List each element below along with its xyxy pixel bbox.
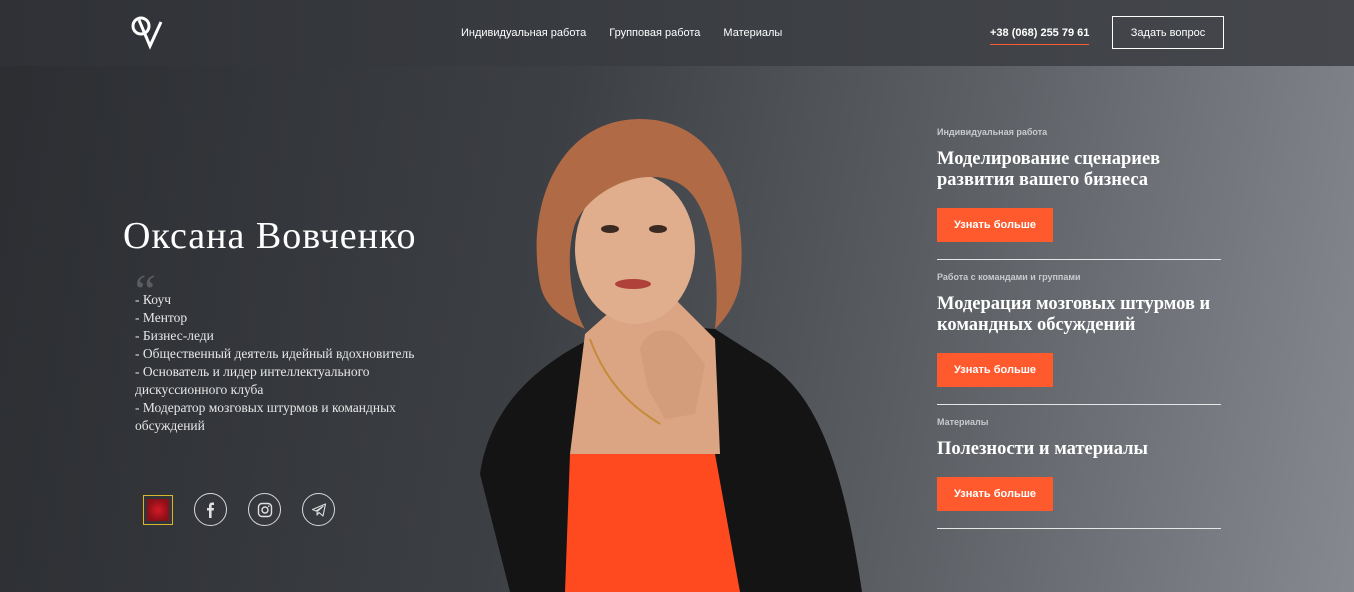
ask-question-button[interactable]: Задать вопрос xyxy=(1112,16,1224,49)
telegram-icon[interactable] xyxy=(302,493,335,526)
service-item: Работа с командами и группами Модерация … xyxy=(937,272,1221,405)
learn-more-button[interactable]: Узнать больше xyxy=(937,353,1053,387)
divider xyxy=(937,404,1221,405)
portrait-photo xyxy=(480,119,862,592)
role-item: - Ментор xyxy=(135,310,188,325)
nav-materials[interactable]: Материалы xyxy=(723,27,782,39)
divider xyxy=(937,528,1221,529)
role-item: - Модератор мозговых штурмов и командных… xyxy=(135,400,396,433)
nav-individual-work[interactable]: Индивидуальная работа xyxy=(461,27,586,39)
services-panel: Индивидуальная работа Моделирование сцен… xyxy=(937,127,1221,529)
service-title: Модерация мозговых штурмов и командных о… xyxy=(937,294,1211,335)
facebook-icon[interactable] xyxy=(194,493,227,526)
learn-more-button[interactable]: Узнать больше xyxy=(937,477,1053,511)
logo-icon xyxy=(131,16,163,50)
service-item: Материалы Полезности и материалы Узнать … xyxy=(937,417,1221,529)
role-item: - Бизнес-леди xyxy=(135,328,214,343)
nav-group-work[interactable]: Групповая работа xyxy=(609,27,700,39)
person-name: Оксана Вовченко xyxy=(123,215,417,257)
role-item: - Основатель и лидер интеллектуального д… xyxy=(135,364,370,397)
site-header: Индивидуальная работа Групповая работа М… xyxy=(0,0,1354,66)
instagram-icon[interactable] xyxy=(248,493,281,526)
service-subtitle: Работа с командами и группами xyxy=(937,272,1081,282)
club-badge-icon[interactable] xyxy=(143,494,173,525)
divider xyxy=(937,259,1221,260)
social-links xyxy=(143,493,335,526)
service-subtitle: Индивидуальная работа xyxy=(937,127,1048,137)
learn-more-button[interactable]: Узнать больше xyxy=(937,208,1053,242)
role-item: - Общественный деятель идейный вдохновит… xyxy=(135,346,415,361)
service-item: Индивидуальная работа Моделирование сцен… xyxy=(937,127,1221,260)
main-nav: Индивидуальная работа Групповая работа М… xyxy=(461,27,782,39)
ov-monogram-logo[interactable] xyxy=(130,14,164,50)
role-item: - Коуч xyxy=(135,292,171,307)
roles-list: - Коуч - Ментор - Бизнес-леди - Обществе… xyxy=(135,291,455,435)
service-subtitle: Материалы xyxy=(937,417,989,427)
service-title: Полезности и материалы xyxy=(937,439,1148,459)
phone-link[interactable]: +38 (068) 255 79 61 xyxy=(990,27,1090,45)
service-title: Моделирование сценариев развития вашего … xyxy=(937,149,1161,190)
